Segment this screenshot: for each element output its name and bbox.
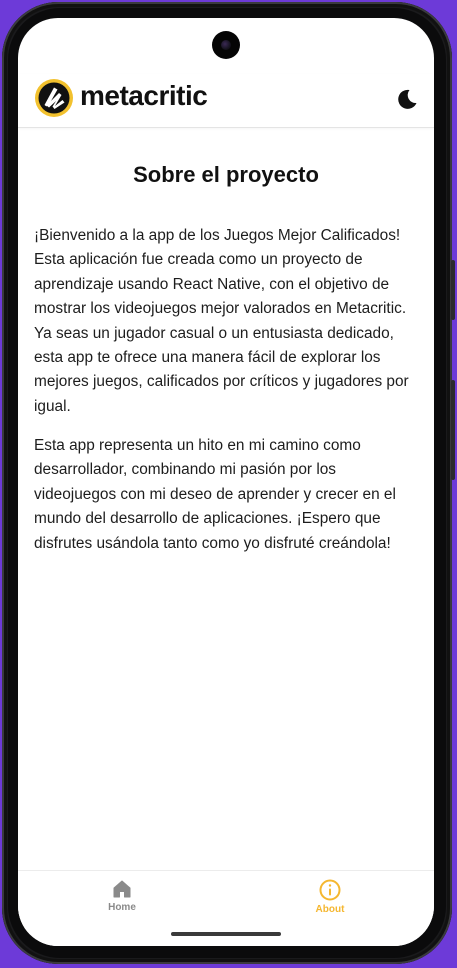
page-title: Sobre el proyecto [133, 162, 319, 187]
front-camera [212, 31, 240, 59]
volume-button [451, 260, 455, 320]
tab-about-label: About [315, 904, 345, 915]
tab-home-label: Home [108, 902, 136, 913]
info-icon [319, 879, 341, 901]
metacritic-logo-icon [35, 79, 73, 117]
home-indicator [171, 932, 281, 936]
bottom-tab-bar: Home About [18, 870, 434, 946]
screen: metacritic Sobre el proyecto ¡Bienvenido… [18, 18, 434, 946]
about-paragraph-1: ¡Bienvenido a la app de los Juegos Mejor… [34, 227, 409, 415]
tab-home[interactable]: Home [62, 879, 182, 923]
tab-about[interactable]: About [270, 879, 390, 923]
power-button [451, 380, 455, 480]
app-header: metacritic [18, 74, 434, 128]
about-paragraph-2: Esta app representa un hito en mi camino… [34, 437, 396, 552]
dark-mode-toggle-icon[interactable] [396, 88, 418, 110]
home-icon [113, 880, 131, 898]
app-logo-text: metacritic [80, 80, 208, 111]
